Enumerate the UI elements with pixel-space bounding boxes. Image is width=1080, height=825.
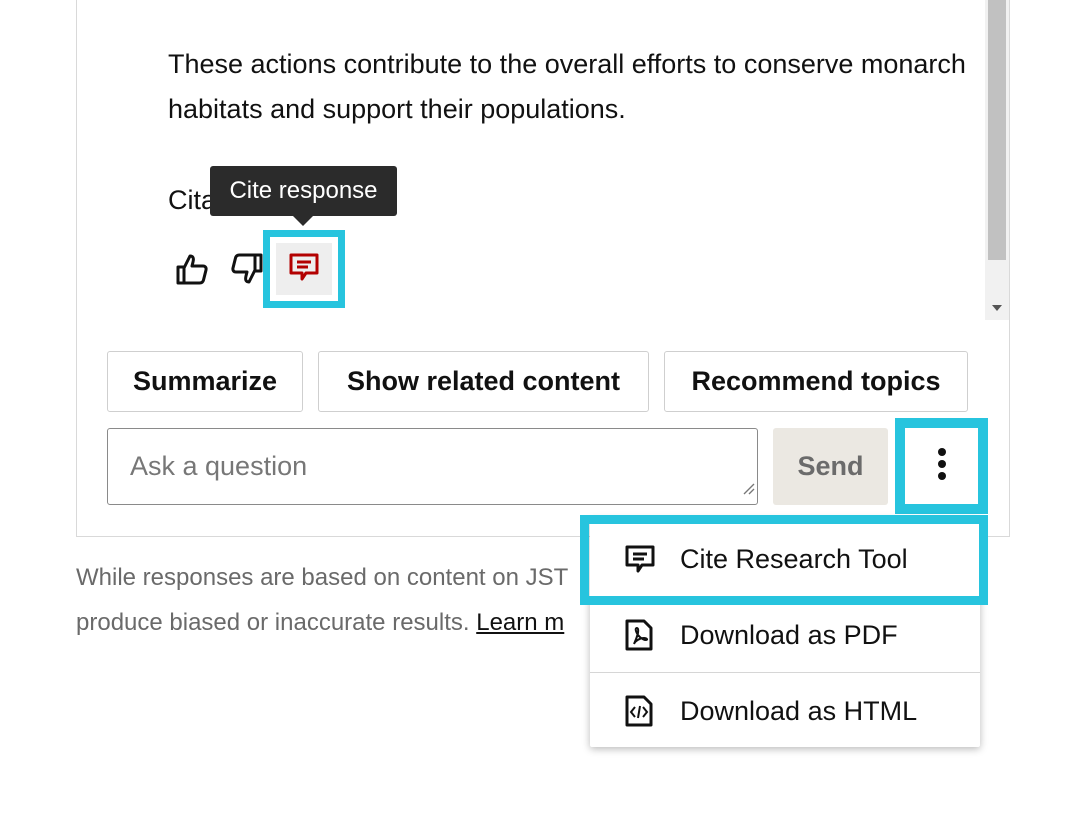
kebab-menu-icon [937, 447, 947, 486]
disclaimer: While responses are based on content on … [76, 555, 596, 645]
response-text: These actions contribute to the overall … [168, 49, 966, 124]
send-button[interactable]: Send [773, 428, 888, 505]
pdf-file-icon [624, 619, 664, 651]
menu-item-label: Download as HTML [680, 695, 918, 726]
html-file-icon [624, 695, 664, 727]
cite-response-tooltip: Cite response [210, 166, 397, 226]
scroll-down-icon[interactable] [985, 296, 1009, 320]
menu-item-label: Cite Research Tool [680, 543, 908, 574]
scrollbar-thumb[interactable] [988, 0, 1006, 260]
more-options-button[interactable] [895, 418, 988, 514]
menu-item-cite-research-tool[interactable]: Cite Research Tool [590, 521, 980, 597]
citation-label: Cita [168, 185, 217, 215]
show-related-content-button[interactable]: Show related content [318, 351, 649, 412]
menu-item-label: Download as PDF [680, 619, 898, 650]
scrollbar[interactable] [985, 0, 1009, 320]
question-input[interactable]: Ask a question [107, 428, 758, 505]
resize-grip-icon[interactable] [743, 471, 755, 502]
learn-more-link[interactable]: Learn m [476, 609, 564, 636]
thumbs-down-icon[interactable] [225, 249, 265, 289]
cite-icon [288, 252, 320, 287]
summarize-button[interactable]: Summarize [107, 351, 303, 412]
cite-response-button[interactable] [263, 230, 345, 308]
disclaimer-line-2: produce biased or inaccurate results. [76, 609, 470, 636]
recommend-topics-button[interactable]: Recommend topics [664, 351, 968, 412]
menu-item-download-html[interactable]: Download as HTML [590, 673, 980, 749]
thumbs-up-icon[interactable] [172, 249, 212, 289]
options-menu: Cite Research Tool Download as PDF Downl… [590, 518, 980, 747]
question-placeholder: Ask a question [130, 451, 308, 481]
disclaimer-line-1: While responses are based on content on … [76, 564, 569, 591]
menu-item-download-pdf[interactable]: Download as PDF [590, 597, 980, 673]
cite-icon [624, 544, 664, 574]
